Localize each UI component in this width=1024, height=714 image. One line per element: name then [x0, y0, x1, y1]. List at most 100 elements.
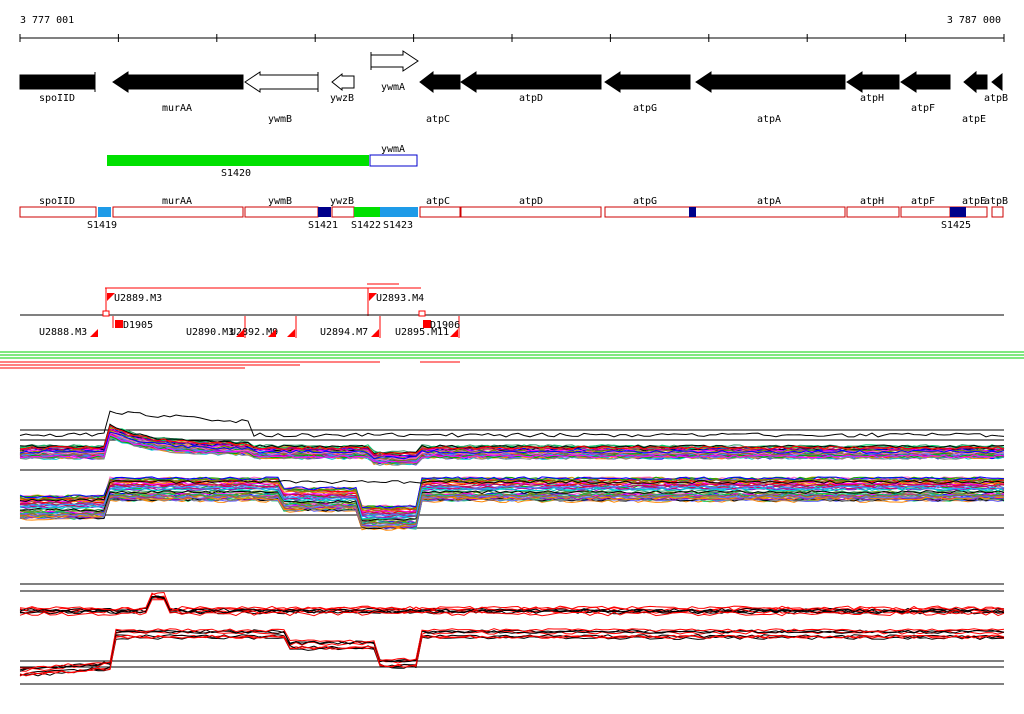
site-label-U2893: U2893.M4: [376, 293, 424, 304]
segment-track: spoIID murAA ywmB ywzB atpC atpD atpG at…: [19, 196, 1008, 231]
gene-label-atpE: atpE: [962, 114, 986, 125]
segment-S1421[interactable]: [318, 207, 331, 217]
coverage-lines: [0, 351, 1024, 369]
box-label-ywzB: ywzB: [330, 196, 354, 207]
plot1-outlier-trace: [19, 410, 1005, 438]
plot2-traces: [19, 591, 1005, 677]
gene-arrow-atpG[interactable]: [604, 71, 691, 93]
gene-label-atpD: atpD: [519, 93, 543, 104]
plot2-lower-trace: [19, 634, 1005, 677]
plot2-lower-trace: [19, 629, 1005, 671]
gene-arrow-atpB[interactable]: [991, 72, 1003, 92]
gene-box-atpA[interactable]: [689, 206, 846, 218]
coordinate-ruler: 3 777 001 3 787 000: [19, 15, 1005, 42]
plot1-lower-trace: [19, 497, 1005, 529]
operon-track: S1420 ywmA: [107, 144, 418, 179]
gene-box-atpF[interactable]: [900, 206, 951, 218]
segment-atpA-marker[interactable]: [689, 207, 696, 217]
gene-label-atpC: atpC: [426, 114, 450, 125]
box-label-spoIID: spoIID: [39, 196, 75, 207]
coord-start-label: 3 777 001: [20, 15, 74, 26]
site-flag-U2894[interactable]: [371, 329, 379, 337]
gene-arrow-spoIID[interactable]: [19, 74, 96, 90]
segment-label-S1421: S1421: [308, 220, 338, 231]
box-label-atpE: atpE: [962, 196, 986, 207]
operon-label-S1420: S1420: [221, 168, 251, 179]
gene-arrow-murAA[interactable]: [112, 71, 244, 93]
plot2-lower-trace: [19, 634, 1005, 677]
gene-arrow-atpF[interactable]: [900, 71, 951, 93]
site-flag-U2892b[interactable]: [287, 329, 295, 337]
plot1-lower-trace: [19, 497, 1005, 530]
gene-box-atpD[interactable]: [460, 206, 602, 218]
expression-plot-2: [19, 583, 1005, 685]
gene-label-murAA: murAA: [162, 103, 192, 114]
gene-arrow-ywmA[interactable]: [370, 50, 419, 72]
gene-arrow-atpC[interactable]: [419, 70, 461, 94]
expression-plot-1: [19, 410, 1005, 531]
site-label-U2890: U2890.M3: [186, 327, 234, 338]
genome-browser-view: 3 777 001 3 787 000 spoIID murAA ywmB yw…: [0, 15, 1024, 685]
segment-label-S1425: S1425: [941, 220, 971, 231]
gene-box-ywzB[interactable]: [331, 206, 355, 218]
plot2-lower-trace: [19, 635, 1004, 677]
plot1-lower-trace: [19, 497, 1005, 530]
coord-end-label: 3 787 000: [947, 15, 1001, 26]
gene-label-atpH: atpH: [860, 93, 884, 104]
gene-arrow-atpE[interactable]: [963, 70, 988, 94]
gene-arrow-atpA[interactable]: [695, 71, 846, 93]
gene-label-ywzB: ywzB: [330, 93, 354, 104]
box-label-atpG: atpG: [633, 196, 657, 207]
gene-box-atpB[interactable]: [991, 206, 1004, 218]
plot1-traces: [19, 410, 1005, 531]
gene-arrow-ywmB[interactable]: [244, 71, 319, 93]
site-label-U2895: U2895.M11: [395, 327, 449, 338]
gene-label-ywmA: ywmA: [381, 82, 405, 93]
gene-box-ywmB[interactable]: [244, 206, 319, 218]
gene-arrow-ywzB[interactable]: [331, 72, 355, 92]
site-label-U2888: U2888.M3: [39, 327, 87, 338]
gene-label-atpA: atpA: [757, 114, 781, 125]
segment-S1419[interactable]: [98, 207, 111, 217]
segment-label-S1422: S1422: [351, 220, 381, 231]
segment-label-S1419: S1419: [87, 220, 117, 231]
site-label-U2894: U2894.M7: [320, 327, 368, 338]
site-flag-U2888[interactable]: [90, 329, 98, 337]
segment-S1425[interactable]: [950, 207, 966, 217]
segment-S1422[interactable]: [354, 207, 380, 217]
plot1-lower-trace: [19, 497, 1005, 528]
gene-box-spoIID[interactable]: [19, 206, 97, 218]
box-label-ywmB: ywmB: [268, 196, 292, 207]
site-label-D1905: D1905: [123, 320, 153, 331]
gene-label-spoIID: spoIID: [39, 93, 75, 104]
box-label-murAA: murAA: [162, 196, 192, 207]
operon-box-ywmA[interactable]: [369, 154, 418, 167]
operon-bar-S1420[interactable]: [107, 155, 369, 166]
gene-label-atpF: atpF: [911, 103, 935, 114]
plot1-lower-trace: [19, 497, 1005, 530]
gene-label-atpG: atpG: [633, 103, 657, 114]
box-label-atpB: atpB: [984, 196, 1008, 207]
gene-box-atpG[interactable]: [604, 206, 691, 218]
box-label-atpA: atpA: [757, 196, 781, 207]
segment-S1423[interactable]: [380, 207, 418, 217]
gene-label-ywmB: ywmB: [268, 114, 292, 125]
gene-label-atpB: atpB: [984, 93, 1008, 104]
segment-label-S1423: S1423: [383, 220, 413, 231]
gene-track: spoIID murAA ywmB ywzB ywmA atpC atpD at…: [19, 50, 1008, 125]
gene-box-atpC[interactable]: [419, 206, 461, 218]
operon-label-ywmA: ywmA: [381, 144, 405, 155]
sites-track: U2889.M3 U2893.M4 D1905 D1906 U2888.M3 U…: [20, 283, 1004, 338]
box-label-atpF: atpF: [911, 196, 935, 207]
gene-arrow-atpD[interactable]: [460, 71, 602, 93]
gene-box-atpH[interactable]: [846, 206, 900, 218]
box-label-atpC: atpC: [426, 196, 450, 207]
plot1-lower-trace: [19, 496, 1005, 529]
site-marker-D1905[interactable]: [115, 320, 123, 328]
gene-box-murAA[interactable]: [112, 206, 244, 218]
box-label-atpD: atpD: [519, 196, 543, 207]
plot2-lower-trace: [19, 634, 1005, 677]
gene-arrow-atpH[interactable]: [846, 71, 900, 93]
box-label-atpH: atpH: [860, 196, 884, 207]
site-label-U2889: U2889.M3: [114, 293, 162, 304]
